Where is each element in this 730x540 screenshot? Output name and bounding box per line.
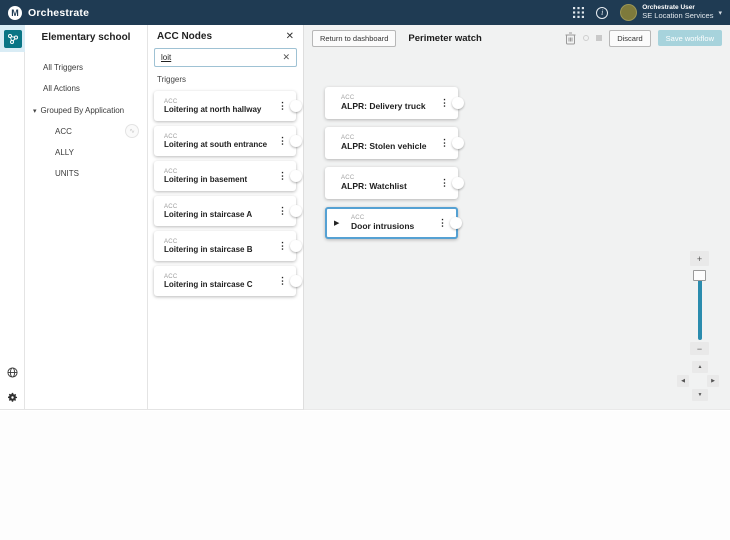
kebab-menu-icon[interactable]: ⋮ — [278, 206, 287, 217]
clear-search-icon[interactable]: ✕ — [282, 53, 290, 62]
trigger-card[interactable]: ACC Loitering in staircase A ⋮ — [154, 196, 296, 226]
trigger-title: Loitering at north hallway — [164, 105, 280, 114]
user-avatar — [620, 4, 637, 21]
trigger-card[interactable]: ACC Loitering in staircase C ⋮ — [154, 266, 296, 296]
output-port[interactable] — [290, 275, 302, 287]
zoom-in-button[interactable]: + — [690, 251, 709, 266]
workflow-canvas[interactable]: Return to dashboard Perimeter watch Disc… — [304, 25, 730, 410]
trigger-title: Loitering in staircase B — [164, 245, 280, 254]
kebab-menu-icon[interactable]: ⋮ — [278, 136, 287, 147]
close-icon[interactable]: ✕ — [286, 32, 294, 42]
trigger-title: Loitering in basement — [164, 175, 280, 184]
trigger-title: Loitering in staircase C — [164, 280, 280, 289]
chevron-down-icon: ▾ — [718, 9, 722, 17]
trigger-title: Loitering at south entrance — [164, 140, 280, 149]
node-search-input[interactable]: loit ✕ — [154, 48, 297, 67]
trigger-title: Loitering in staircase A — [164, 210, 280, 219]
trigger-card[interactable]: ACC Loitering in basement ⋮ — [154, 161, 296, 191]
return-to-dashboard-button[interactable]: Return to dashboard — [312, 30, 396, 47]
pan-down-button[interactable]: ▼ — [692, 389, 708, 401]
acc-nodes-panel: ACC Nodes ✕ loit ✕ Triggers ACC Loiterin… — [148, 25, 304, 410]
output-port[interactable] — [290, 240, 302, 252]
trigger-card[interactable]: ACC Loitering at north hallway ⋮ — [154, 91, 296, 121]
kebab-menu-icon[interactable]: ⋮ — [278, 171, 287, 182]
output-port[interactable] — [290, 205, 302, 217]
search-value: loit — [161, 53, 282, 62]
rail-workflows-tab[interactable] — [0, 25, 25, 52]
save-workflow-button[interactable]: Save workflow — [658, 30, 722, 46]
acc-quick-action-icon[interactable]: ∿ — [125, 124, 139, 138]
pan-left-button[interactable]: ◀ — [677, 375, 689, 387]
output-port[interactable] — [452, 137, 464, 149]
tree-item-acc[interactable]: ACC ∿ — [25, 121, 147, 142]
node-title: ALPR: Delivery truck — [341, 101, 444, 111]
tree-item-label: UNITS — [55, 169, 79, 178]
output-port[interactable] — [290, 170, 302, 182]
user-menu[interactable]: Orchestrate User SE Location Services ▾ — [620, 4, 722, 21]
trigger-card[interactable]: ACC Loitering at south entrance ⋮ — [154, 126, 296, 156]
canvas-node-alpr-watchlist[interactable]: ACC ALPR: Watchlist ⋮ — [325, 167, 458, 199]
kebab-menu-icon[interactable]: ⋮ — [278, 241, 287, 252]
kebab-menu-icon[interactable]: ⋮ — [440, 98, 449, 109]
trigger-card[interactable]: ACC Loitering in staircase B ⋮ — [154, 231, 296, 261]
canvas-node-alpr-stolen-vehicle[interactable]: ACC ALPR: Stolen vehicle ⋮ — [325, 127, 458, 159]
output-port[interactable] — [450, 217, 462, 229]
output-port[interactable] — [290, 135, 302, 147]
output-port[interactable] — [452, 97, 464, 109]
orchestrate-app: M Orchestrate i Orchestrate User SE Loca… — [0, 0, 730, 540]
trigger-list: ACC Loitering at north hallway ⋮ ACC Loi… — [148, 91, 303, 296]
undo-icon[interactable] — [583, 35, 589, 41]
kebab-menu-icon[interactable]: ⋮ — [278, 101, 287, 112]
tree-item-units[interactable]: UNITS — [25, 163, 147, 184]
output-port[interactable] — [452, 177, 464, 189]
kebab-menu-icon[interactable]: ⋮ — [278, 276, 287, 287]
section-label-triggers: Triggers — [157, 75, 294, 84]
user-org: SE Location Services — [642, 12, 713, 21]
tree-item-label: ALLY — [55, 148, 74, 157]
zoom-out-button[interactable]: − — [690, 342, 709, 355]
zoom-slider-handle[interactable] — [693, 270, 706, 281]
workflow-icon — [4, 30, 22, 48]
page-background — [0, 411, 730, 540]
tree-item-all-triggers[interactable]: All Triggers — [25, 57, 147, 78]
play-icon[interactable]: ▶ — [334, 219, 339, 227]
tree-item-all-actions[interactable]: All Actions — [25, 78, 147, 99]
kebab-menu-icon[interactable]: ⋮ — [438, 218, 447, 229]
left-rail — [0, 25, 25, 410]
discard-button[interactable]: Discard — [609, 30, 650, 47]
kebab-menu-icon[interactable]: ⋮ — [440, 178, 449, 189]
top-bar: M Orchestrate i Orchestrate User SE Loca… — [0, 0, 730, 25]
pan-up-button[interactable]: ▲ — [692, 361, 708, 373]
delete-icon[interactable] — [565, 32, 576, 45]
canvas-toolbar: Return to dashboard Perimeter watch Disc… — [304, 25, 730, 47]
tree-group-by-application[interactable]: ▾ Grouped By Application — [25, 99, 147, 121]
kebab-menu-icon[interactable]: ⋮ — [440, 138, 449, 149]
chevron-down-icon: ▾ — [33, 107, 37, 115]
app-title: Orchestrate — [28, 7, 89, 19]
workflow-title: Perimeter watch — [408, 33, 481, 44]
redo-icon[interactable] — [596, 35, 602, 41]
canvas-node-door-intrusions[interactable]: ▶ ACC Door intrusions ⋮ — [325, 207, 458, 239]
workflow-group-title: Elementary school — [25, 32, 147, 43]
output-port[interactable] — [290, 100, 302, 112]
language-globe-icon[interactable] — [7, 367, 18, 378]
panel-title: ACC Nodes — [157, 31, 212, 42]
tree-item-ally[interactable]: ALLY — [25, 142, 147, 163]
node-title: ALPR: Watchlist — [341, 181, 444, 191]
node-title: Door intrusions — [351, 221, 442, 231]
tree-group-label: Grouped By Application — [41, 106, 125, 115]
workflow-tree-panel: Elementary school All Triggers All Actio… — [25, 25, 148, 410]
motorola-logo-icon: M — [8, 6, 22, 20]
app-grid-icon[interactable] — [573, 7, 584, 18]
canvas-node-alpr-delivery-truck[interactable]: ACC ALPR: Delivery truck ⋮ — [325, 87, 458, 119]
pan-right-button[interactable]: ▶ — [707, 375, 719, 387]
info-icon[interactable]: i — [596, 7, 608, 19]
node-title: ALPR: Stolen vehicle — [341, 141, 444, 151]
tree-item-label: ACC — [55, 127, 72, 136]
settings-gear-icon[interactable] — [7, 392, 18, 403]
